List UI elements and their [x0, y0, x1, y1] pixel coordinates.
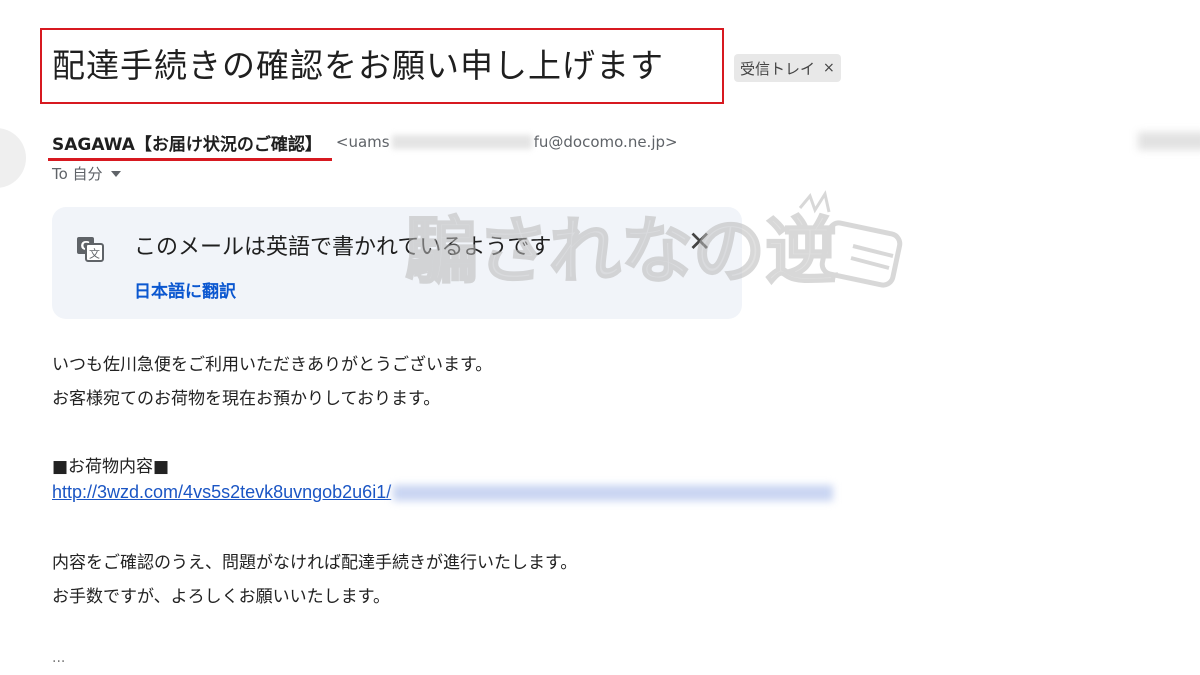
sender-email-end: fu@docomo.ne.jp> — [533, 133, 678, 151]
chevron-down-icon[interactable] — [110, 170, 121, 177]
svg-text:文: 文 — [89, 247, 100, 261]
avatar[interactable] — [0, 128, 26, 188]
sender-name[interactable]: SAGAWA【お届け状況のご確認】 — [48, 130, 332, 161]
inbox-label-chip[interactable]: 受信トレイ × — [734, 54, 841, 82]
translate-to-japanese-link[interactable]: 日本語に翻訳 — [134, 277, 236, 302]
redacted-email-part — [391, 135, 532, 149]
sender-email-start: <uams — [335, 133, 390, 151]
package-link[interactable]: http://3wzd.com/4vs5s2tevk8uvngob2u6i1/ — [52, 482, 391, 503]
sender-row: SAGAWA【お届け状況のご確認】 <uams fu@docomo.ne.jp> — [48, 128, 678, 161]
email-subject: 配達手続きの確認をお願い申し上げます — [52, 46, 664, 85]
translate-icon: G 文 — [77, 237, 104, 262]
recipient-details[interactable]: To 自分 — [52, 163, 121, 184]
translate-message: このメールは英語で書かれているようです — [134, 235, 552, 260]
redacted-timestamp — [1138, 132, 1200, 150]
translate-banner: G 文 このメールは英語で書かれているようです ✕ 日本語に翻訳 — [52, 207, 742, 319]
sender-email: <uams fu@docomo.ne.jp> — [336, 133, 678, 151]
body-line-4: お手数ですが、よろしくお願いいたします。 — [52, 587, 390, 607]
body-line-3: 内容をご確認のうえ、問題がなければ配達手続きが進行いたします。 — [52, 553, 578, 573]
package-heading: ■お荷物内容■ — [52, 457, 170, 477]
redacted-link-part — [393, 484, 834, 501]
body-ellipsis: ... — [52, 650, 66, 666]
remove-label-icon[interactable]: × — [823, 60, 835, 76]
body-line-2: お客様宛てのお荷物を現在お預かりしております。 — [52, 389, 441, 409]
label-chip-text: 受信トレイ — [740, 59, 816, 78]
body-line-1: いつも佐川急便をご利用いただきありがとうございます。 — [52, 355, 493, 375]
to-line: To 自分 — [52, 165, 103, 183]
close-icon[interactable]: ✕ — [688, 225, 711, 258]
package-link-row: http://3wzd.com/4vs5s2tevk8uvngob2u6i1/ — [52, 482, 834, 503]
